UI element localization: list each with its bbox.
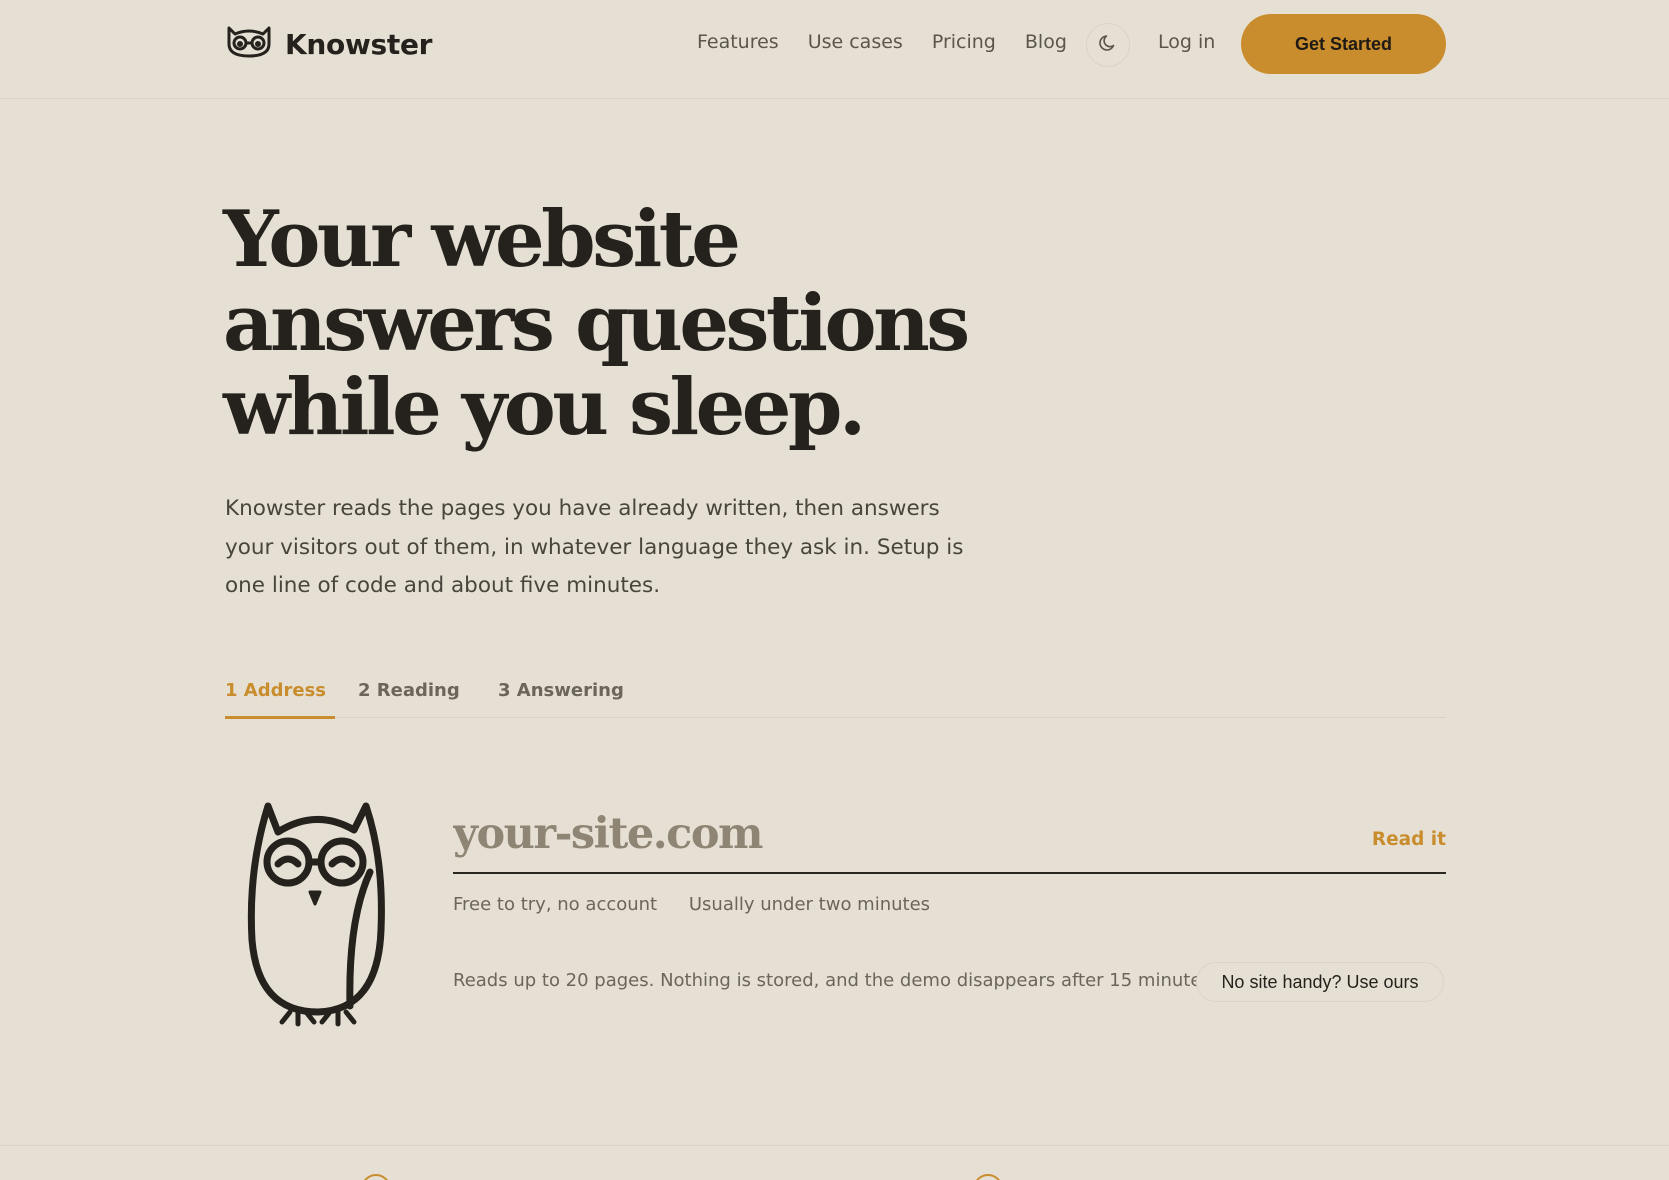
headline-line: answers questions <box>223 278 970 369</box>
tab-reading[interactable]: 2 Reading <box>358 680 460 701</box>
active-tab-indicator <box>225 716 335 719</box>
main-nav: Features Use cases Pricing Blog <box>697 31 1096 53</box>
get-started-button[interactable]: Get Started <box>1241 14 1446 74</box>
url-form: Read it <box>453 800 1446 874</box>
owl-logo-icon <box>225 24 273 64</box>
brand-link[interactable]: Knowster <box>225 24 432 64</box>
owl-mascot-icon <box>238 800 408 1040</box>
site-header: Knowster Features Use cases Pricing Blog… <box>0 0 1669 99</box>
login-link[interactable]: Log in <box>1158 31 1215 53</box>
use-sample-site-button[interactable]: No site handy? Use ours <box>1196 962 1444 1002</box>
nav-link-pricing[interactable]: Pricing <box>932 31 996 53</box>
steps-tabs: 1 Address 2 Reading 3 Answering <box>225 676 1446 719</box>
brand-name: Knowster <box>285 27 433 61</box>
theme-toggle-button[interactable] <box>1086 23 1130 67</box>
nav-link-blog[interactable]: Blog <box>1025 31 1067 53</box>
headline-line: Your website <box>223 194 741 285</box>
nav-link-features[interactable]: Features <box>697 31 779 53</box>
nav-link-use-cases[interactable]: Use cases <box>808 31 903 53</box>
section-divider <box>0 1145 1669 1146</box>
moon-icon <box>1098 33 1118 57</box>
tab-answering[interactable]: 3 Answering <box>498 680 624 701</box>
next-section-peek <box>361 1174 391 1180</box>
meta-item: Usually under two minutes <box>688 894 931 915</box>
read-it-button[interactable]: Read it <box>1372 829 1446 850</box>
next-section-peek <box>973 1174 1003 1180</box>
hero-headline: Your website answers questions while you… <box>223 198 983 450</box>
tab-address[interactable]: 1 Address <box>225 680 326 701</box>
demo-note: Reads up to 20 pages. Nothing is stored,… <box>453 970 1217 991</box>
hero-subtext: Knowster reads the pages you have alread… <box>225 496 964 598</box>
headline-line: while you sleep. <box>223 362 866 453</box>
meta-item: Free to try, no account <box>453 894 658 915</box>
site-url-input[interactable] <box>453 802 1253 866</box>
page: Knowster Features Use cases Pricing Blog… <box>0 0 1669 1180</box>
demo-meta: Free to try, no account Usually under tw… <box>453 894 956 915</box>
